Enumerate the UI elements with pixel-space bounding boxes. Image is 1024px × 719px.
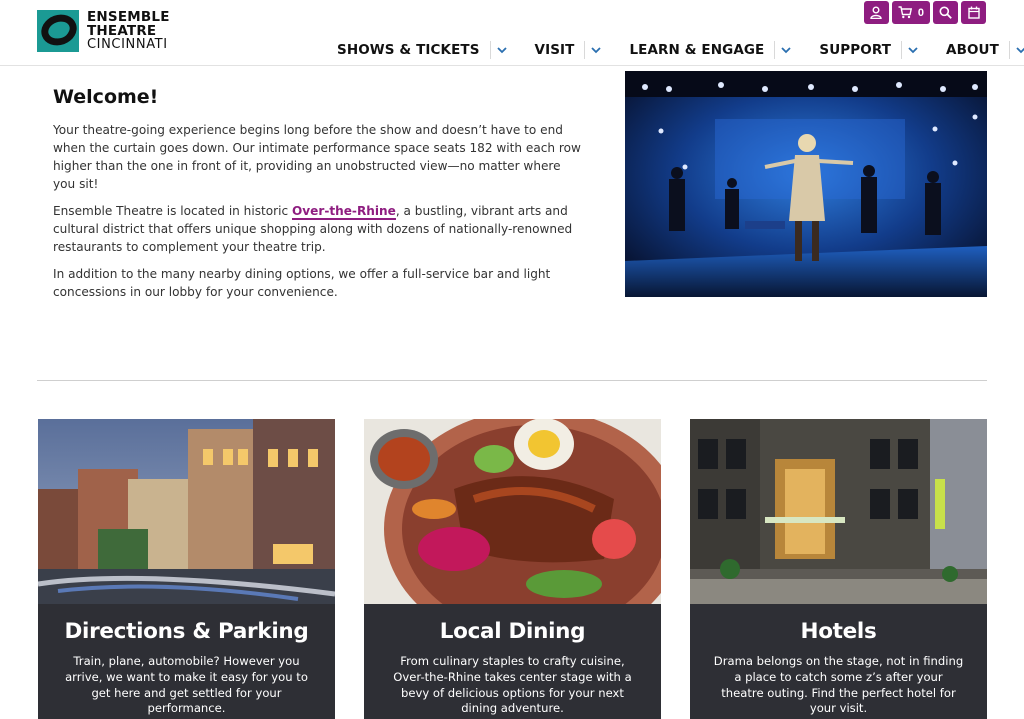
card-panel: Directions & Parking Train, plane, autom… [38, 604, 335, 719]
site-logo[interactable]: ENSEMBLE THEATRE CINCINNATI [37, 10, 170, 52]
food-bowl-photo [364, 419, 661, 604]
nav-link-shows-tickets[interactable]: SHOWS & TICKETS [337, 42, 480, 58]
nav-link-about[interactable]: ABOUT [946, 42, 999, 58]
logo-wordmark: ENSEMBLE THEATRE CINCINNATI [87, 10, 170, 52]
over-the-rhine-link[interactable]: Over-the-Rhine [291, 204, 396, 220]
cart-icon [898, 6, 912, 19]
card-hotels[interactable]: Hotels Drama belongs on the stage, not i… [690, 419, 987, 719]
user-icon [870, 6, 883, 19]
welcome-section: Welcome! Your theatre-going experience b… [53, 86, 583, 310]
street-photo [38, 419, 335, 604]
calendar-icon [967, 6, 980, 19]
card-description: From culinary staples to crafty cuisine,… [393, 654, 632, 716]
main-nav: SHOWS & TICKETS VISIT LEARN & ENGAGE SUP… [337, 40, 1024, 60]
chevron-down-icon[interactable] [775, 40, 797, 60]
card-title[interactable]: Directions & Parking [38, 619, 335, 644]
logo-line-3: CINCINNATI [87, 37, 168, 52]
stage-performance-photo [625, 71, 987, 297]
chevron-down-icon[interactable] [1010, 40, 1024, 60]
logo-line-1: ENSEMBLE [87, 9, 170, 25]
account-button[interactable] [863, 1, 889, 24]
nav-item-support: SUPPORT [819, 40, 946, 60]
card-panel: Local Dining From culinary staples to cr… [364, 604, 661, 719]
nav-link-learn-engage[interactable]: LEARN & ENGAGE [629, 42, 764, 58]
logo-mark-icon [37, 10, 79, 52]
card-title[interactable]: Local Dining [364, 619, 661, 644]
welcome-heading: Welcome! [53, 86, 159, 108]
search-icon [939, 6, 952, 19]
site-header: ENSEMBLE THEATRE CINCINNATI 0 SHOWS & TI… [0, 0, 1024, 66]
nav-item-learn-engage: LEARN & ENGAGE [629, 40, 819, 60]
cart-count: 0 [917, 6, 924, 19]
chevron-down-icon[interactable] [585, 40, 607, 60]
welcome-paragraph-3: In addition to the many nearby dining op… [53, 267, 551, 299]
nav-item-shows-tickets: SHOWS & TICKETS [337, 40, 535, 60]
nav-item-visit: VISIT [535, 40, 630, 60]
welcome-p2-before: Ensemble Theatre is located in historic [53, 204, 292, 218]
search-button[interactable] [933, 1, 958, 24]
calendar-button[interactable] [961, 1, 986, 24]
nav-item-about: ABOUT [946, 40, 1024, 60]
utility-bar: 0 [863, 1, 986, 24]
welcome-paragraph-1: Your theatre-going experience begins lon… [53, 123, 581, 191]
nav-link-support[interactable]: SUPPORT [819, 42, 891, 58]
card-description: Drama belongs on the stage, not in findi… [713, 654, 964, 716]
nav-link-visit[interactable]: VISIT [535, 42, 575, 58]
card-panel: Hotels Drama belongs on the stage, not i… [690, 604, 987, 719]
card-directions-parking[interactable]: Directions & Parking Train, plane, autom… [38, 419, 335, 719]
welcome-paragraph-2: Ensemble Theatre is located in historic … [53, 202, 583, 256]
section-divider [37, 380, 987, 381]
chevron-down-icon[interactable] [491, 40, 513, 60]
card-description: Train, plane, automobile? However you ar… [65, 654, 308, 716]
hotel-building-photo [690, 419, 987, 604]
chevron-down-icon[interactable] [902, 40, 924, 60]
card-local-dining[interactable]: Local Dining From culinary staples to cr… [364, 419, 661, 719]
card-title[interactable]: Hotels [690, 619, 987, 644]
logo-line-2: THEATRE [87, 23, 157, 39]
cart-button[interactable]: 0 [891, 1, 930, 24]
